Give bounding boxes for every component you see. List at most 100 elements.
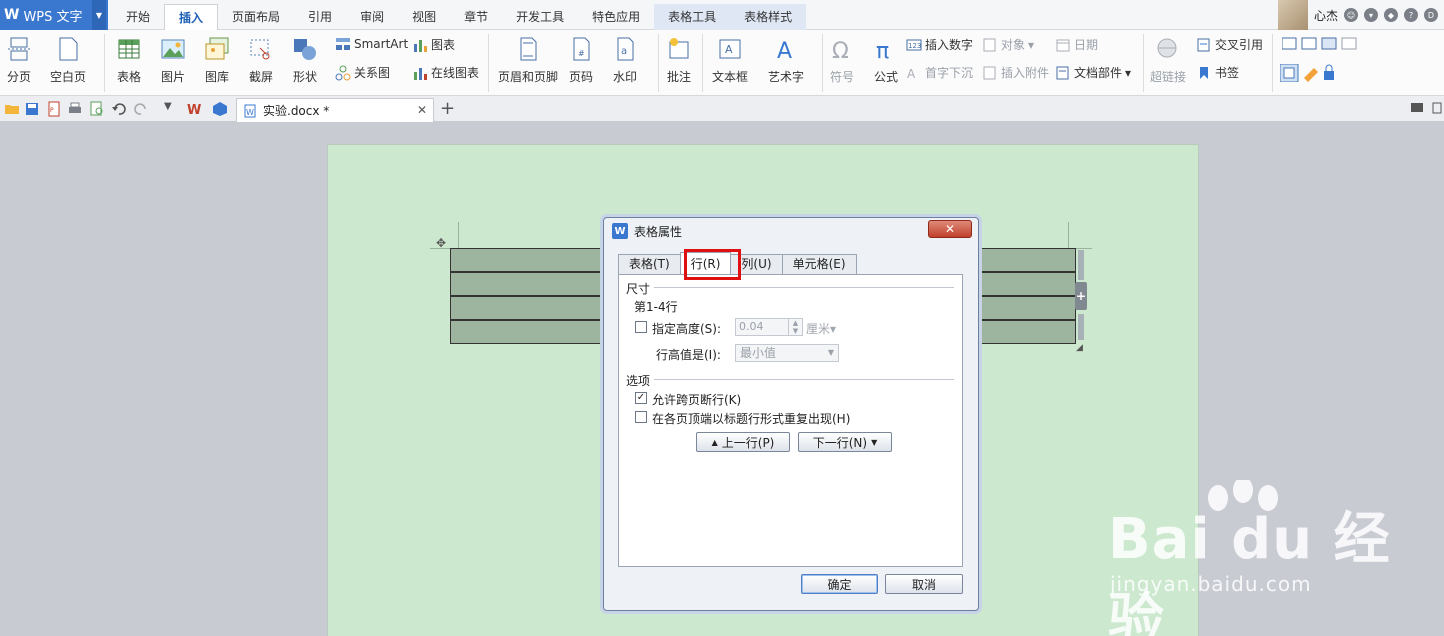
help-icon[interactable]: ? [1404,8,1418,22]
object-button[interactable]: 对象 ▾ [982,36,1034,53]
margin-guide [1068,222,1069,248]
form-controls-icon[interactable] [1282,36,1362,52]
new-tab-icon[interactable]: + [440,98,455,119]
repeat-header-label: 在各页顶端以标题行形式重复出现(H) [652,412,851,426]
tab-review[interactable]: 审阅 [346,4,398,30]
row-resize-bar[interactable] [1078,250,1084,280]
wordart-icon: A [777,39,792,62]
dialog-title-bar[interactable]: W 表格属性 ✕ [604,218,978,244]
tab-table[interactable]: 表格(T) [618,254,681,274]
hyperlink-button[interactable]: 超链接 [1150,36,1186,85]
print-preview-icon[interactable] [89,101,105,117]
avatar[interactable] [1277,0,1308,30]
comment-button[interactable]: 批注 [666,36,692,85]
height-unit[interactable]: 厘米▾ [806,320,836,337]
collapse-ribbon-icon[interactable] [1432,101,1442,115]
cancel-button[interactable]: 取消 [885,574,963,594]
app-menu-button[interactable]: W WPS 文字 ▼ [0,0,108,30]
wps-writer-icon: W [612,223,628,239]
add-column-icon[interactable]: + [1075,282,1087,310]
spin-arrows-icon[interactable]: ▲ ▼ [788,319,802,335]
next-row-button[interactable]: 下一行(N) ▼ [798,432,892,452]
quick-access-dropdown-icon[interactable]: ▼ [164,101,172,112]
ribbon-separator [488,34,489,92]
header-footer-label: 页眉和页脚 [498,70,559,84]
allow-break-checkbox[interactable]: ✓ [635,392,647,404]
symbol-button[interactable]: Ω 符号 [829,36,855,85]
design-mode-icon[interactable] [1280,64,1340,82]
close-icon[interactable]: ✕ [417,103,427,117]
row-resize-bar[interactable] [1078,314,1084,340]
tab-view[interactable]: 视图 [398,4,450,30]
formula-button[interactable]: π 公式 [873,36,899,85]
cube-icon[interactable] [212,101,228,117]
chevron-down-icon[interactable]: ▼ [92,0,106,30]
svg-text:a: a [621,46,627,57]
tab-section[interactable]: 章节 [450,4,502,30]
tab-start[interactable]: 开始 [112,4,164,30]
cross-ref-label: 交叉引用 [1215,38,1264,52]
redo-icon[interactable] [133,101,149,117]
drop-cap-button[interactable]: A 首字下沉 [906,64,973,81]
down-arrow-icon: ▼ [871,437,878,447]
header-footer-icon [520,37,537,61]
sync-icon[interactable]: ▾ [1364,8,1378,22]
tab-table-style[interactable]: 表格样式 [730,4,807,30]
doc-parts-button[interactable]: 文档部件 ▾ [1055,64,1131,81]
tab-cell[interactable]: 单元格(E) [781,254,857,274]
tab-insert[interactable]: 插入 [164,4,219,30]
chart-button[interactable]: 图表 [412,36,455,53]
screen-icon[interactable] [1410,101,1424,115]
table-button[interactable]: 表格 [116,36,142,85]
textbox-button[interactable]: A 文本框 [712,36,748,85]
online-chart-button[interactable]: 在线图表 [412,64,479,81]
user-name[interactable]: 心杰 [1314,7,1338,24]
table-resize-handle-icon[interactable]: ◢ [1076,343,1083,353]
table-move-handle-icon[interactable]: ✥ [436,236,446,250]
relation-button[interactable]: 关系图 [335,64,390,81]
export-pdf-icon[interactable]: P [46,101,62,117]
header-footer-button[interactable]: 页眉和页脚 [498,36,558,85]
doc-parts-label: 文档部件 [1074,66,1123,80]
more-icon[interactable]: D [1424,8,1438,22]
document-tab-title: 实验.docx * [263,104,330,118]
height-input[interactable]: 0.04 ▲ ▼ [735,318,803,336]
attachment-button[interactable]: 插入附件 [982,64,1049,81]
specify-height-checkbox[interactable] [635,321,647,333]
cross-ref-button[interactable]: 交叉引用 [1196,36,1263,53]
document-tab[interactable]: W 实验.docx * ✕ [236,98,434,122]
open-folder-icon[interactable] [4,101,20,117]
user-settings-icon[interactable]: ☺ [1344,8,1358,22]
screenshot-button[interactable]: 截屏 [248,36,274,85]
tab-references[interactable]: 引用 [294,4,346,30]
save-icon[interactable] [24,101,40,117]
wps-home-icon[interactable]: W [186,101,202,117]
previous-row-button[interactable]: ▲ 上一行(P) [696,432,790,452]
bookmark-button[interactable]: 书签 [1196,64,1239,81]
wordart-button[interactable]: A 艺术字 [768,36,804,85]
picture-button[interactable]: 图片 [160,36,186,85]
print-icon[interactable] [67,101,83,117]
page-number-button[interactable]: # 页码 [568,36,594,85]
smartart-button[interactable]: SmartArt [335,36,408,52]
insert-number-button[interactable]: 123 插入数字 [906,36,973,53]
shape-button[interactable]: 形状 [292,36,318,85]
close-icon[interactable]: ✕ [928,220,972,238]
gallery-button[interactable]: 图库 [204,36,230,85]
ribbon-separator [702,34,703,92]
skin-icon[interactable]: ◆ [1384,8,1398,22]
row-height-mode-select[interactable]: 最小值 ▼ [735,344,839,362]
picture-icon [161,39,185,59]
watermark-button[interactable]: a 水印 [612,36,638,85]
ok-button[interactable]: 确定 [801,574,878,594]
tab-special[interactable]: 特色应用 [578,4,654,30]
undo-icon[interactable] [111,101,127,117]
page-break-button[interactable]: 分页 [6,36,32,85]
tab-table-tools[interactable]: 表格工具 [654,4,731,30]
tab-developer[interactable]: 开发工具 [502,4,578,30]
tab-page-layout[interactable]: 页面布局 [218,4,294,30]
date-button[interactable]: 日期 [1055,36,1098,53]
blank-page-button[interactable]: 空白页 [50,36,86,85]
repeat-header-checkbox[interactable] [635,411,647,423]
wordart-label: 艺术字 [768,70,805,84]
